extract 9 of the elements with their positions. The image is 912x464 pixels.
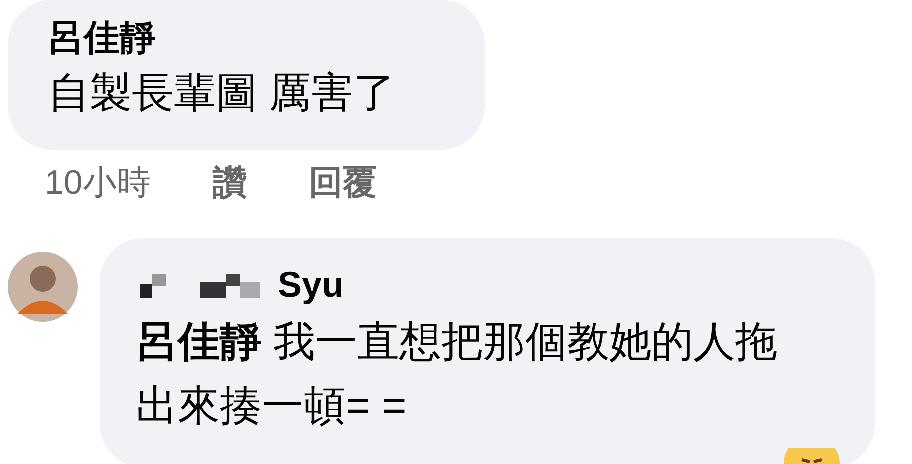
avatar[interactable] — [8, 252, 78, 322]
reaction-icon — [782, 448, 842, 464]
author-name[interactable]: Syu — [278, 258, 344, 312]
comment-text: 自製長輩圖 厲害了 — [48, 68, 397, 118]
timestamp: 10小時 — [45, 162, 151, 204]
comment-text: 呂佳靜 我一直想把那個教她的人拖出來揍一頓= = — [136, 317, 779, 431]
action-link[interactable]: 回覆 — [308, 158, 377, 208]
action-link[interactable]: 讚 — [212, 158, 247, 208]
author-name[interactable]: 呂佳靜 — [48, 14, 485, 62]
